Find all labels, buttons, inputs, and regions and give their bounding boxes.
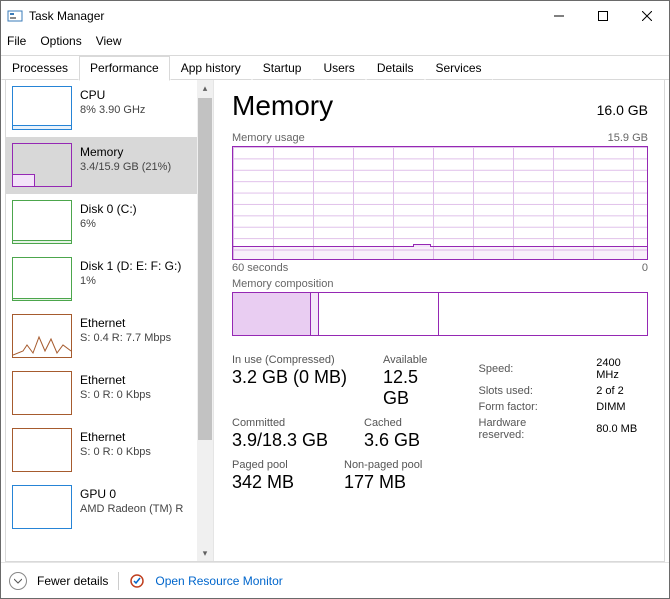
- info-value: 2 of 2: [596, 384, 646, 398]
- app-icon: [7, 8, 23, 24]
- info-label: Hardware reserved:: [479, 416, 595, 442]
- sidebar: CPU8% 3.90 GHz Memory3.4/15.9 GB (21%) D…: [6, 80, 214, 561]
- sidebar-sub: S: 0 R: 0 Kbps: [80, 445, 151, 460]
- footer: Fewer details Open Resource Monitor: [1, 562, 669, 598]
- open-resource-monitor-link[interactable]: Open Resource Monitor: [155, 574, 282, 588]
- tab-performance[interactable]: Performance: [79, 56, 170, 81]
- stat-value: 342 MB: [232, 472, 322, 493]
- sidebar-sub: 8% 3.90 GHz: [80, 103, 145, 118]
- info-label: Speed:: [479, 356, 595, 382]
- disk-thumbnail: [12, 200, 72, 244]
- collapse-icon[interactable]: [9, 572, 27, 590]
- stat-value: 3.2 GB (0 MB): [232, 367, 361, 388]
- close-button[interactable]: [625, 1, 669, 31]
- sidebar-label: Disk 1 (D: E: F: G:): [80, 259, 181, 274]
- menubar: File Options View: [1, 31, 669, 51]
- stat-label: Available: [383, 354, 449, 366]
- sidebar-sub: S: 0 R: 0 Kbps: [80, 388, 151, 403]
- sidebar-item-memory[interactable]: Memory3.4/15.9 GB (21%): [6, 137, 197, 194]
- minimize-button[interactable]: [537, 1, 581, 31]
- sidebar-item-cpu[interactable]: CPU8% 3.90 GHz: [6, 80, 197, 137]
- memory-thumbnail: [12, 143, 72, 187]
- ethernet-thumbnail: [12, 371, 72, 415]
- stats-area: In use (Compressed)3.2 GB (0 MB) Availab…: [232, 354, 648, 499]
- sidebar-label: Ethernet: [80, 373, 151, 388]
- hardware-info: Speed:2400 MHz Slots used:2 of 2 Form fa…: [477, 354, 649, 499]
- scroll-up-icon[interactable]: ▴: [197, 80, 213, 96]
- window-controls: [537, 1, 669, 31]
- sidebar-label: GPU 0: [80, 487, 183, 502]
- gpu-thumbnail: [12, 485, 72, 529]
- tab-processes[interactable]: Processes: [1, 56, 79, 80]
- composition-label: Memory composition: [232, 278, 333, 290]
- sidebar-sub: 3.4/15.9 GB (21%): [80, 160, 171, 175]
- memory-composition-chart: [232, 292, 648, 336]
- usage-max: 15.9 GB: [608, 132, 648, 144]
- menu-file[interactable]: File: [7, 34, 26, 48]
- sidebar-item-ethernet-0[interactable]: EthernetS: 0.4 R: 7.7 Mbps: [6, 308, 197, 365]
- total-memory: 16.0 GB: [597, 102, 648, 118]
- tabstrip: Processes Performance App history Startu…: [1, 55, 669, 80]
- sidebar-scrollbar[interactable]: ▴ ▾: [197, 80, 213, 561]
- sidebar-sub: AMD Radeon (TM) R: [80, 502, 183, 517]
- cpu-thumbnail: [12, 86, 72, 130]
- stat-value: 3.9/18.3 GB: [232, 430, 342, 451]
- info-value: 80.0 MB: [596, 416, 646, 442]
- ethernet-thumbnail: [12, 428, 72, 472]
- stat-value: 12.5 GB: [383, 367, 449, 409]
- content-area: CPU8% 3.90 GHz Memory3.4/15.9 GB (21%) D…: [5, 80, 665, 562]
- sidebar-label: Ethernet: [80, 430, 151, 445]
- info-value: 2400 MHz: [596, 356, 646, 382]
- ethernet-thumbnail: [12, 314, 72, 358]
- main-panel: Memory 16.0 GB Memory usage 15.9 GB 60 s…: [214, 80, 664, 561]
- page-title: Memory: [232, 90, 333, 122]
- axis-left: 60 seconds: [232, 262, 288, 274]
- menu-options[interactable]: Options: [40, 34, 81, 48]
- sidebar-sub: 6%: [80, 217, 137, 232]
- window-title: Task Manager: [29, 9, 537, 23]
- stat-label: Paged pool: [232, 459, 322, 471]
- menu-view[interactable]: View: [96, 34, 122, 48]
- stat-value: 177 MB: [344, 472, 422, 493]
- usage-label: Memory usage: [232, 132, 305, 144]
- axis-right: 0: [642, 262, 648, 274]
- stat-label: Non-paged pool: [344, 459, 422, 471]
- stat-label: Cached: [364, 417, 420, 429]
- stat-value: 3.6 GB: [364, 430, 420, 451]
- sidebar-item-disk1[interactable]: Disk 1 (D: E: F: G:)1%: [6, 251, 197, 308]
- memory-usage-chart: [232, 146, 648, 260]
- fewer-details-link[interactable]: Fewer details: [37, 574, 108, 588]
- tab-services[interactable]: Services: [425, 56, 493, 80]
- sidebar-sub: S: 0.4 R: 7.7 Mbps: [80, 331, 171, 346]
- sidebar-label: Ethernet: [80, 316, 171, 331]
- tab-app-history[interactable]: App history: [170, 56, 252, 80]
- sidebar-label: Memory: [80, 145, 171, 160]
- tab-startup[interactable]: Startup: [252, 56, 313, 80]
- sidebar-item-ethernet-2[interactable]: EthernetS: 0 R: 0 Kbps: [6, 422, 197, 479]
- stat-label: In use (Compressed): [232, 354, 361, 366]
- task-manager-window: Task Manager File Options View Processes…: [0, 0, 670, 599]
- sidebar-label: CPU: [80, 88, 145, 103]
- scroll-thumb[interactable]: [198, 98, 212, 440]
- info-label: Form factor:: [479, 400, 595, 414]
- maximize-button[interactable]: [581, 1, 625, 31]
- sidebar-label: Disk 0 (C:): [80, 202, 137, 217]
- sidebar-item-gpu0[interactable]: GPU 0AMD Radeon (TM) R: [6, 479, 197, 536]
- separator: [118, 572, 119, 590]
- disk-thumbnail: [12, 257, 72, 301]
- sidebar-item-ethernet-1[interactable]: EthernetS: 0 R: 0 Kbps: [6, 365, 197, 422]
- info-value: DIMM: [596, 400, 646, 414]
- tab-users[interactable]: Users: [312, 56, 365, 80]
- tab-details[interactable]: Details: [366, 56, 425, 80]
- info-label: Slots used:: [479, 384, 595, 398]
- sidebar-sub: 1%: [80, 274, 181, 289]
- stat-label: Committed: [232, 417, 342, 429]
- sidebar-item-disk0[interactable]: Disk 0 (C:)6%: [6, 194, 197, 251]
- titlebar: Task Manager: [1, 1, 669, 31]
- resource-monitor-icon: [129, 573, 145, 589]
- scroll-down-icon[interactable]: ▾: [197, 545, 213, 561]
